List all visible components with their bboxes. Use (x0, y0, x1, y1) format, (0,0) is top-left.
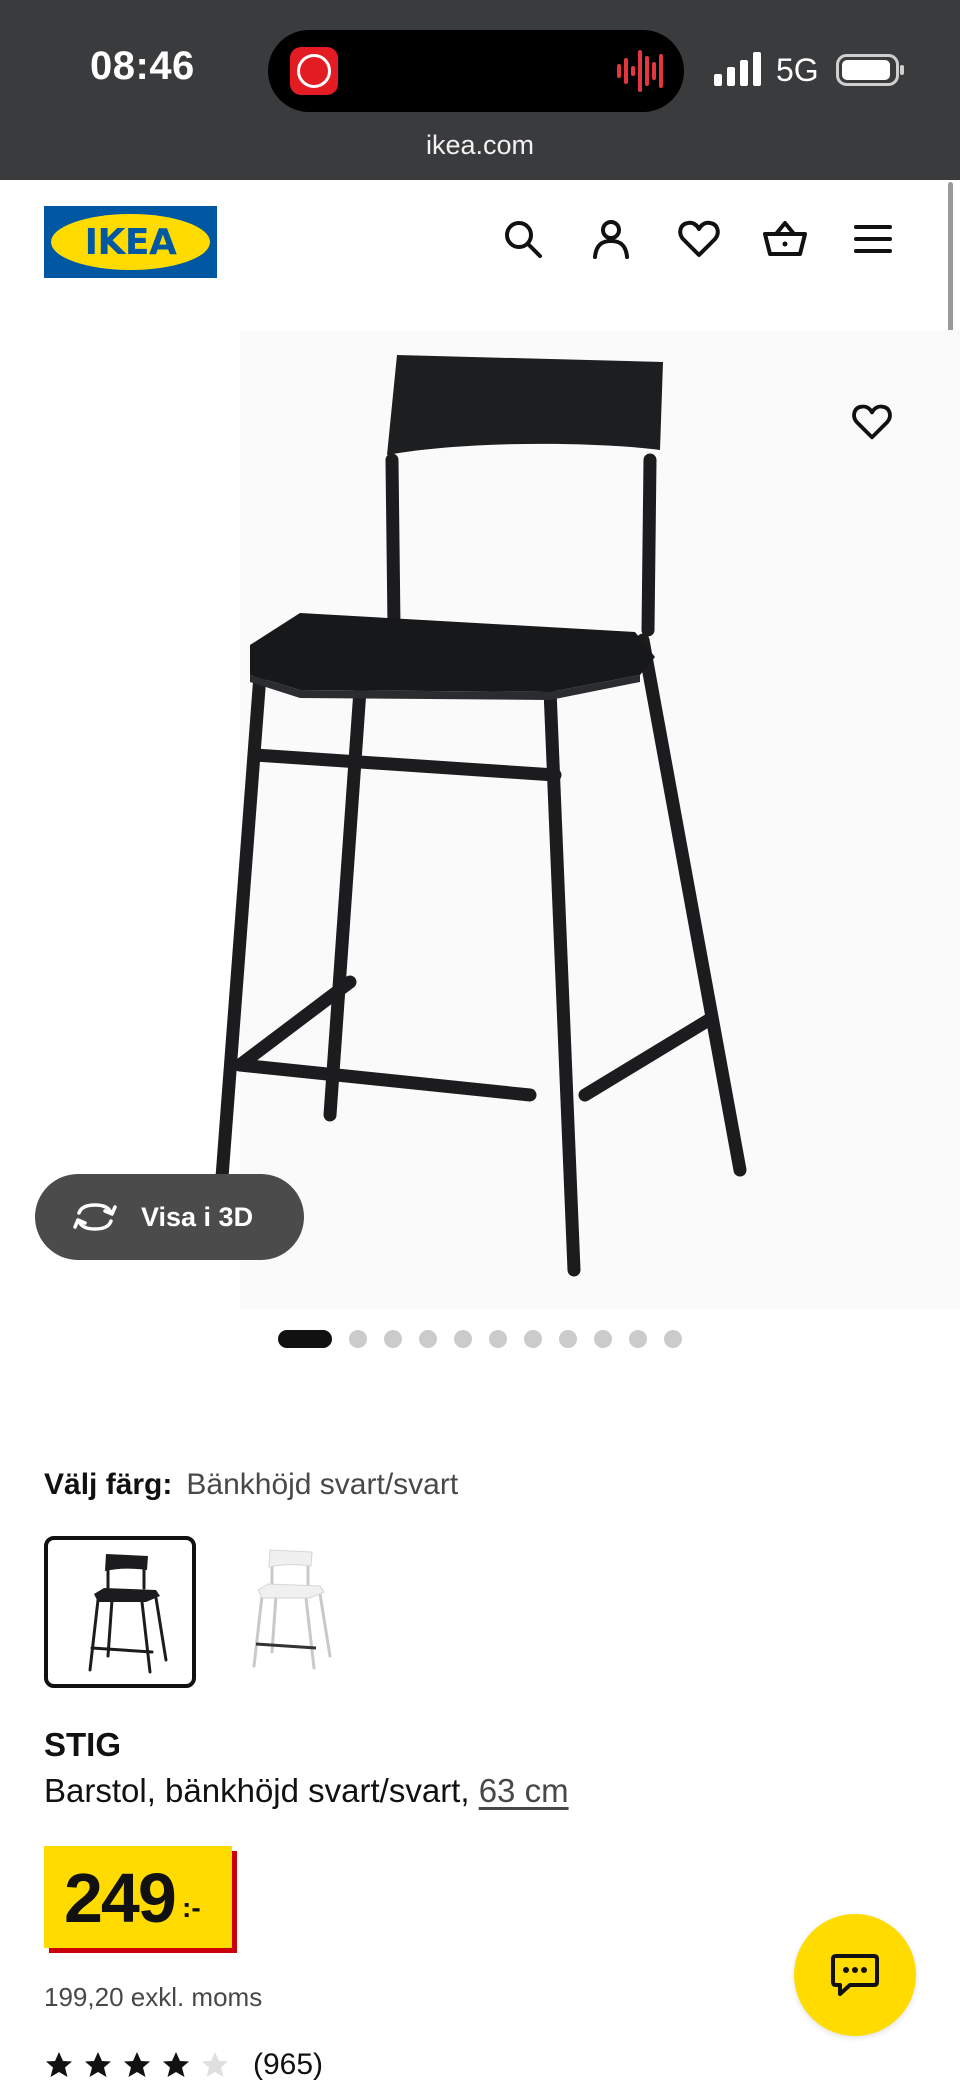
price-amount: 249 (64, 1859, 177, 1937)
app-activity-icon (290, 47, 338, 95)
carousel-dot[interactable] (489, 1330, 507, 1348)
star-filled-icon (85, 2052, 111, 2077)
star-filled-icon (46, 2052, 72, 2077)
star-empty-icon (202, 2052, 228, 2077)
audio-wave-icon (617, 50, 663, 92)
ikea-logo[interactable]: IKEA (44, 206, 217, 278)
review-count: (965) (253, 2048, 324, 2081)
star-filled-icon (163, 2052, 189, 2077)
shopping-bag-icon[interactable] (762, 216, 808, 262)
view-in-3d-label: Visa i 3D (141, 1201, 254, 1232)
product-description-text: Barstol, bänkhöjd svart/svart, (44, 1772, 479, 1809)
carousel-dot[interactable] (559, 1330, 577, 1348)
favourites-icon[interactable] (676, 216, 722, 262)
network-type: 5G (776, 52, 819, 88)
carousel-dot[interactable] (278, 1330, 332, 1348)
carousel-dot[interactable] (524, 1330, 542, 1348)
color-label: Välj färg: (44, 1468, 173, 1501)
scrollbar-thumb[interactable] (948, 182, 953, 338)
logo-text: IKEA (84, 221, 177, 263)
price-suffix: :- (182, 1892, 201, 1923)
address-bar-url[interactable]: ikea.com (0, 130, 960, 161)
carousel-dot[interactable] (419, 1330, 437, 1348)
browser-top-bar: 08:46 5G ikea.com (0, 0, 960, 180)
price-tag: 249 :- (44, 1846, 232, 1948)
product-name: STIG (44, 1726, 122, 1763)
star-filled-icon (124, 2052, 150, 2077)
carousel-dot[interactable] (629, 1330, 647, 1348)
product-description: Barstol, bänkhöjd svart/svart, 63 cm (44, 1772, 569, 1810)
battery-icon (836, 54, 904, 86)
product-image[interactable] (0, 330, 960, 1310)
color-swatch-black[interactable] (44, 1536, 196, 1688)
image-carousel-dots (278, 1330, 682, 1348)
color-swatch-white[interactable] (212, 1536, 364, 1688)
carousel-dot[interactable] (664, 1330, 682, 1348)
price-excluding-vat: 199,20 exkl. moms (44, 1982, 263, 2012)
search-icon[interactable] (500, 216, 546, 262)
account-icon[interactable] (588, 216, 634, 262)
menu-icon[interactable] (850, 216, 896, 262)
product-rating[interactable]: (965) (44, 2048, 323, 2082)
selected-color-value: Bänkhöjd svart/svart (186, 1468, 459, 1501)
carousel-dot[interactable] (454, 1330, 472, 1348)
carousel-dot[interactable] (384, 1330, 402, 1348)
cellular-signal-icon (714, 52, 761, 86)
rotate-3d-icon (73, 1203, 117, 1231)
carousel-dot[interactable] (349, 1330, 367, 1348)
chat-icon (831, 1954, 879, 1996)
carousel-dot[interactable] (594, 1330, 612, 1348)
image-favourite-icon[interactable] (850, 400, 894, 444)
chat-support-button[interactable] (794, 1914, 916, 2036)
measurements-link[interactable]: 63 cm (479, 1772, 569, 1809)
dynamic-island (268, 30, 684, 112)
status-time: 08:46 (90, 44, 195, 88)
color-selector-heading: Välj färg: Bänkhöjd svart/svart (44, 1468, 458, 1502)
view-in-3d-button[interactable]: Visa i 3D (35, 1174, 304, 1260)
